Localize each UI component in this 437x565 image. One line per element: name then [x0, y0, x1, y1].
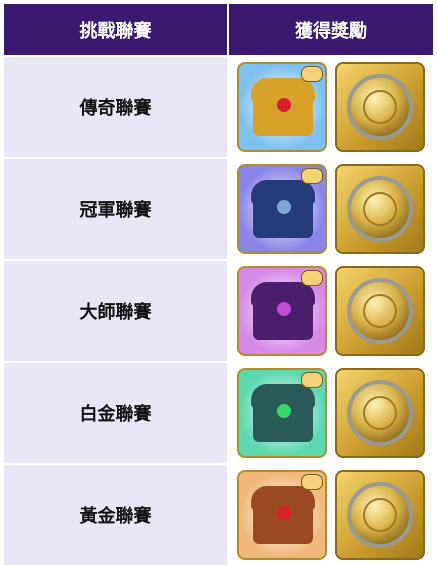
- header-league: 挑戰聯賽: [4, 4, 229, 55]
- chest-icon: [237, 62, 327, 152]
- coin-icon: [335, 164, 425, 254]
- coin-icon: [335, 62, 425, 152]
- table-header: 挑戰聯賽 獲得獎勵: [4, 4, 433, 55]
- league-name: 白金聯賽: [4, 363, 229, 463]
- coin-icon: [335, 368, 425, 458]
- reward-cell: [229, 363, 433, 463]
- badge-icon: [301, 474, 323, 490]
- chest-icon: [237, 368, 327, 458]
- reward-cell: [229, 261, 433, 361]
- badge-icon: [301, 270, 323, 286]
- league-rewards-table: 挑戰聯賽 獲得獎勵 傳奇聯賽 冠軍聯賽 大師聯賽 白金聯賽 黃金聯賽: [4, 4, 433, 565]
- table-row: 冠軍聯賽: [4, 157, 433, 259]
- reward-cell: [229, 465, 433, 565]
- table-row: 大師聯賽: [4, 259, 433, 361]
- table-row: 黃金聯賽: [4, 463, 433, 565]
- badge-icon: [301, 66, 323, 82]
- league-name: 傳奇聯賽: [4, 57, 229, 157]
- reward-cell: [229, 159, 433, 259]
- reward-cell: [229, 57, 433, 157]
- table-row: 白金聯賽: [4, 361, 433, 463]
- chest-icon: [237, 470, 327, 560]
- league-name: 黃金聯賽: [4, 465, 229, 565]
- table-row: 傳奇聯賽: [4, 55, 433, 157]
- chest-icon: [237, 164, 327, 254]
- header-rewards: 獲得獎勵: [229, 4, 433, 55]
- league-name: 大師聯賽: [4, 261, 229, 361]
- coin-icon: [335, 470, 425, 560]
- coin-icon: [335, 266, 425, 356]
- league-name: 冠軍聯賽: [4, 159, 229, 259]
- chest-icon: [237, 266, 327, 356]
- badge-icon: [301, 168, 323, 184]
- badge-icon: [301, 372, 323, 388]
